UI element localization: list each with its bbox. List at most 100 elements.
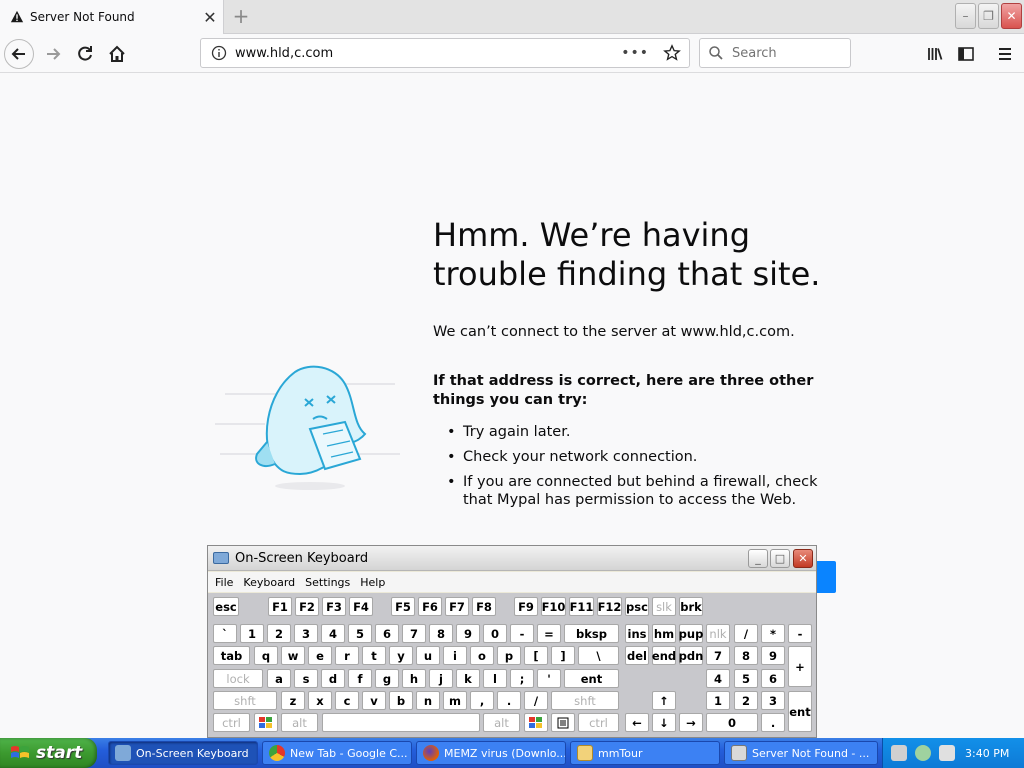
key-m[interactable]: m — [443, 691, 467, 710]
key-tab[interactable]: tab — [213, 646, 250, 665]
menu-file[interactable]: File — [215, 576, 233, 589]
info-icon[interactable] — [211, 45, 227, 61]
key-e[interactable]: e — [308, 646, 332, 665]
key-capslock[interactable]: lock — [213, 669, 263, 688]
key-h[interactable]: h — [402, 669, 426, 688]
taskbar-item-mypal[interactable]: Server Not Found - ... — [724, 741, 878, 765]
key-p[interactable]: p — [497, 646, 521, 665]
key-k[interactable]: k — [456, 669, 480, 688]
key-num-9[interactable]: 9 — [761, 646, 785, 665]
key-backspace[interactable]: bksp — [564, 624, 619, 643]
back-button[interactable] — [4, 39, 34, 69]
osk-titlebar[interactable]: On-Screen Keyboard _ □ ✕ — [208, 546, 816, 571]
key-slash[interactable]: / — [524, 691, 548, 710]
sidebar-button[interactable] — [951, 39, 981, 69]
tab-server-not-found[interactable]: Server Not Found ✕ — [0, 0, 224, 34]
key-u[interactable]: u — [416, 646, 440, 665]
key-1[interactable]: 1 — [240, 624, 264, 643]
key-i[interactable]: i — [443, 646, 467, 665]
key-w[interactable]: w — [281, 646, 305, 665]
taskbar-item-chrome[interactable]: New Tab - Google C... — [262, 741, 412, 765]
keyboard-tray-icon[interactable] — [891, 745, 907, 761]
key-enter[interactable]: ent — [564, 669, 619, 688]
key-backtick[interactable]: ` — [213, 624, 237, 643]
key-num-plus[interactable]: + — [788, 646, 812, 687]
taskbar-item-mmtour[interactable]: mmTour — [570, 741, 720, 765]
key-x[interactable]: x — [308, 691, 332, 710]
key-f6[interactable]: F6 — [418, 597, 442, 616]
osk-close-button[interactable]: ✕ — [793, 549, 813, 568]
key-num-divide[interactable]: / — [734, 624, 758, 643]
minimize-button[interactable]: – — [955, 3, 976, 29]
key-num-multiply[interactable]: * — [761, 624, 785, 643]
key-0[interactable]: 0 — [483, 624, 507, 643]
key-right-windows[interactable] — [524, 713, 548, 732]
try-again-button[interactable] — [815, 561, 836, 593]
key-minus[interactable]: - — [510, 624, 534, 643]
key-f8[interactable]: F8 — [472, 597, 496, 616]
key-j[interactable]: j — [429, 669, 453, 688]
address-bar[interactable]: www.hld,c.com ••• — [200, 38, 690, 68]
search-bar[interactable]: Search — [699, 38, 851, 68]
key-equals[interactable]: = — [537, 624, 561, 643]
key-f4[interactable]: F4 — [349, 597, 373, 616]
key-g[interactable]: g — [375, 669, 399, 688]
menu-button[interactable] — [990, 39, 1020, 69]
key-l[interactable]: l — [483, 669, 507, 688]
key-brk[interactable]: brk — [679, 597, 703, 616]
key-8[interactable]: 8 — [429, 624, 453, 643]
osk-minimize-button[interactable]: _ — [748, 549, 768, 568]
library-button[interactable] — [920, 39, 950, 69]
key-2[interactable]: 2 — [267, 624, 291, 643]
key-up-arrow[interactable]: ↑ — [652, 691, 676, 710]
taskbar-item-osk[interactable]: On-Screen Keyboard — [108, 741, 258, 765]
volume-icon[interactable] — [939, 745, 955, 761]
key-del[interactable]: del — [625, 646, 649, 665]
key-f7[interactable]: F7 — [445, 597, 469, 616]
key-left-bracket[interactable]: [ — [524, 646, 548, 665]
key-3[interactable]: 3 — [294, 624, 318, 643]
key-num-1[interactable]: 1 — [706, 691, 730, 710]
key-num-8[interactable]: 8 — [734, 646, 758, 665]
new-tab-button[interactable]: + — [228, 4, 254, 30]
key-esc[interactable]: esc — [213, 597, 239, 616]
reload-button[interactable] — [70, 39, 100, 69]
key-period[interactable]: . — [497, 691, 521, 710]
key-pgdn[interactable]: pdn — [679, 646, 703, 665]
key-5[interactable]: 5 — [348, 624, 372, 643]
key-a[interactable]: a — [267, 669, 291, 688]
home-button[interactable] — [102, 39, 132, 69]
key-c[interactable]: c — [335, 691, 359, 710]
key-f1[interactable]: F1 — [268, 597, 292, 616]
url-text[interactable]: www.hld,c.com — [235, 46, 621, 61]
key-slk[interactable]: slk — [652, 597, 676, 616]
key-left-shift[interactable]: shft — [213, 691, 277, 710]
key-q[interactable]: q — [254, 646, 278, 665]
key-right-bracket[interactable]: ] — [551, 646, 575, 665]
key-ins[interactable]: ins — [625, 624, 649, 643]
key-f[interactable]: f — [348, 669, 372, 688]
key-7[interactable]: 7 — [402, 624, 426, 643]
key-right-ctrl[interactable]: ctrl — [578, 713, 619, 732]
key-y[interactable]: y — [389, 646, 413, 665]
taskbar-item-firefox[interactable]: MEMZ virus (Downlo... — [416, 741, 566, 765]
key-right-shift[interactable]: shft — [551, 691, 619, 710]
bookmark-star-icon[interactable] — [663, 44, 681, 62]
key-quote[interactable]: ' — [537, 669, 561, 688]
key-num-enter[interactable]: ent — [788, 691, 812, 732]
key-num-2[interactable]: 2 — [734, 691, 758, 710]
key-semicolon[interactable]: ; — [510, 669, 534, 688]
close-window-button[interactable]: ✕ — [1001, 3, 1022, 29]
key-num-5[interactable]: 5 — [734, 669, 758, 688]
key-z[interactable]: z — [281, 691, 305, 710]
key-f3[interactable]: F3 — [322, 597, 346, 616]
key-f10[interactable]: F10 — [541, 597, 566, 616]
key-right-arrow[interactable]: → — [679, 713, 703, 732]
key-num-6[interactable]: 6 — [761, 669, 785, 688]
key-o[interactable]: o — [470, 646, 494, 665]
key-psc[interactable]: psc — [625, 597, 649, 616]
key-backslash[interactable]: \ — [578, 646, 619, 665]
forward-button[interactable] — [38, 39, 68, 69]
key-down-arrow[interactable]: ↓ — [652, 713, 676, 732]
key-left-arrow[interactable]: ← — [625, 713, 649, 732]
